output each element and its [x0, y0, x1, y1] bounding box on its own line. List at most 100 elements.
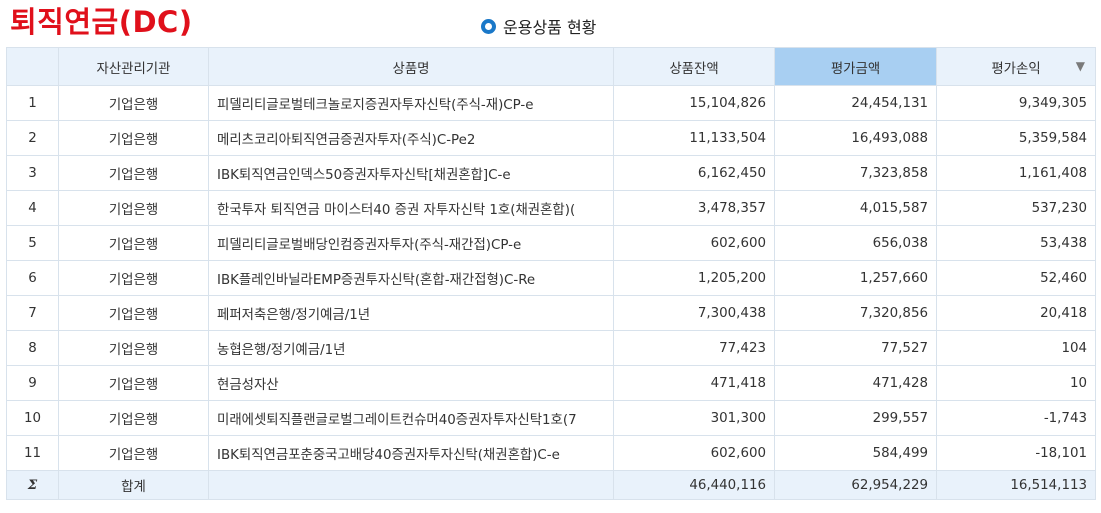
pnl-cell: 537,230 — [936, 190, 1096, 226]
column-header-balance[interactable]: 상품잔액 — [613, 47, 775, 86]
total-name-cell — [208, 470, 614, 500]
column-header-org[interactable]: 자산관리기관 — [58, 47, 209, 86]
pnl-cell: 104 — [936, 330, 1096, 366]
pnl-cell: -18,101 — [936, 435, 1096, 471]
balance-cell: 602,600 — [613, 435, 775, 471]
table-row[interactable]: 2 기업은행 메리츠코리아퇴직연금증권자투자(주식)C-Pe2 11,133,504 1… — [6, 120, 1096, 156]
product-name-cell: 농협은행/정기예금/1년 — [208, 330, 614, 366]
product-name-cell: IBK퇴직연금인덱스50증권자투자신탁[채권혼합]C-e — [208, 155, 614, 191]
balance-cell: 301,300 — [613, 400, 775, 436]
circle-bullet-icon — [481, 18, 496, 34]
org-cell: 기업은행 — [58, 260, 209, 296]
sort-descending-icon[interactable]: ▼ — [1076, 59, 1085, 73]
eval-amount-cell: 584,499 — [774, 435, 937, 471]
eval-amount-cell: 24,454,131 — [774, 85, 937, 121]
product-name-cell: 피델리티글로벌배당인컴증권자투자(주식-재간접)CP-e — [208, 225, 614, 261]
column-header-pnl-label: 평가손익 — [991, 61, 1041, 77]
balance-cell: 1,205,200 — [613, 260, 775, 296]
column-header-pnl[interactable]: 평가손익 ▼ — [936, 47, 1096, 86]
pnl-cell: 9,349,305 — [936, 85, 1096, 121]
org-cell: 기업은행 — [58, 435, 209, 471]
row-number-cell: 11 — [6, 435, 59, 471]
table-row[interactable]: 4 기업은행 한국투자 퇴직연금 마이스터40 증권 자투자신탁 1호(채권혼합)(… — [6, 190, 1096, 226]
column-header-eval[interactable]: 평가금액 — [774, 47, 937, 86]
pnl-cell: 53,438 — [936, 225, 1096, 261]
balance-cell: 11,133,504 — [613, 120, 775, 156]
product-name-cell: IBK퇴직연금포춘중국고배당40증권자투자신탁(채권혼합)C-e — [208, 435, 614, 471]
eval-amount-cell: 16,493,088 — [774, 120, 937, 156]
product-name-cell: IBK플레인바닐라EMP증권투자신탁(혼합-재간접형)C-Re — [208, 260, 614, 296]
balance-cell: 15,104,826 — [613, 85, 775, 121]
table-header-row: 자산관리기관 상품명 상품잔액 평가금액 평가손익 ▼ — [6, 47, 1096, 86]
row-number-cell: 1 — [6, 85, 59, 121]
table-row[interactable]: 5 기업은행 피델리티글로벌배당인컴증권자투자(주식-재간접)CP-e 602,600… — [6, 225, 1096, 261]
total-row: Σ 합계 46,440,116 62,954,229 16,514,113 — [6, 470, 1096, 500]
table-row[interactable]: 7 기업은행 페퍼저축은행/정기예금/1년 7,300,438 7,320,856 20,… — [6, 295, 1096, 331]
row-number-cell: 9 — [6, 365, 59, 401]
table-row[interactable]: 3 기업은행 IBK퇴직연금인덱스50증권자투자신탁[채권혼합]C-e 6,162,4… — [6, 155, 1096, 191]
table-row[interactable]: 9 기업은행 현금성자산 471,418 471,428 10 — [6, 365, 1096, 401]
section-heading: 운용상품 현황 — [481, 14, 596, 38]
row-number-cell: 2 — [6, 120, 59, 156]
balance-cell: 7,300,438 — [613, 295, 775, 331]
eval-amount-cell: 7,323,858 — [774, 155, 937, 191]
eval-amount-cell: 4,015,587 — [774, 190, 937, 226]
product-name-cell: 현금성자산 — [208, 365, 614, 401]
eval-amount-cell: 471,428 — [774, 365, 937, 401]
page-title: 퇴직연금(DC) — [10, 5, 193, 39]
org-cell: 기업은행 — [58, 295, 209, 331]
org-cell: 기업은행 — [58, 330, 209, 366]
org-cell: 기업은행 — [58, 155, 209, 191]
column-header-no[interactable] — [6, 47, 59, 86]
pnl-cell: 5,359,584 — [936, 120, 1096, 156]
table-row[interactable]: 10 기업은행 미래에셋퇴직플랜글로벌그레이트컨슈머40증권자투자신탁1호(7 301… — [6, 400, 1096, 436]
table-row[interactable]: 11 기업은행 IBK퇴직연금포춘중국고배당40증권자투자신탁(채권혼합)C-e 60… — [6, 435, 1096, 471]
org-cell: 기업은행 — [58, 120, 209, 156]
total-label: 합계 — [58, 470, 209, 500]
product-name-cell: 한국투자 퇴직연금 마이스터40 증권 자투자신탁 1호(채권혼합)( — [208, 190, 614, 226]
row-number-cell: 3 — [6, 155, 59, 191]
balance-cell: 471,418 — [613, 365, 775, 401]
org-cell: 기업은행 — [58, 225, 209, 261]
table-row[interactable]: 8 기업은행 농협은행/정기예금/1년 77,423 77,527 104 — [6, 330, 1096, 366]
balance-cell: 6,162,450 — [613, 155, 775, 191]
pnl-cell: 1,161,408 — [936, 155, 1096, 191]
eval-amount-cell: 299,557 — [774, 400, 937, 436]
pnl-cell: 20,418 — [936, 295, 1096, 331]
eval-amount-cell: 77,527 — [774, 330, 937, 366]
pnl-cell: 10 — [936, 365, 1096, 401]
row-number-cell: 8 — [6, 330, 59, 366]
row-number-cell: 5 — [6, 225, 59, 261]
org-cell: 기업은행 — [58, 400, 209, 436]
sigma-icon: Σ — [6, 470, 59, 500]
eval-amount-cell: 1,257,660 — [774, 260, 937, 296]
table-row[interactable]: 6 기업은행 IBK플레인바닐라EMP증권투자신탁(혼합-재간접형)C-Re 1,20… — [6, 260, 1096, 296]
section-title-label: 운용상품 현황 — [503, 18, 597, 37]
row-number-cell: 7 — [6, 295, 59, 331]
table-row[interactable]: 1 기업은행 피델리티글로벌테크놀로지증권자투자신탁(주식-재)CP-e 15,104… — [6, 85, 1096, 121]
row-number-cell: 4 — [6, 190, 59, 226]
product-name-cell: 미래에셋퇴직플랜글로벌그레이트컨슈머40증권자투자신탁1호(7 — [208, 400, 614, 436]
pnl-cell: -1,743 — [936, 400, 1096, 436]
total-balance: 46,440,116 — [613, 470, 775, 500]
product-table: 자산관리기관 상품명 상품잔액 평가금액 평가손익 ▼ 1 기업은행 피델리티글로벌… — [6, 47, 1096, 500]
table-body: 1 기업은행 피델리티글로벌테크놀로지증권자투자신탁(주식-재)CP-e 15,104… — [6, 85, 1096, 471]
balance-cell: 77,423 — [613, 330, 775, 366]
eval-amount-cell: 7,320,856 — [774, 295, 937, 331]
org-cell: 기업은행 — [58, 365, 209, 401]
total-eval: 62,954,229 — [774, 470, 937, 500]
org-cell: 기업은행 — [58, 85, 209, 121]
org-cell: 기업은행 — [58, 190, 209, 226]
product-name-cell: 피델리티글로벌테크놀로지증권자투자신탁(주식-재)CP-e — [208, 85, 614, 121]
product-name-cell: 페퍼저축은행/정기예금/1년 — [208, 295, 614, 331]
row-number-cell: 10 — [6, 400, 59, 436]
balance-cell: 3,478,357 — [613, 190, 775, 226]
column-header-product-name[interactable]: 상품명 — [208, 47, 614, 86]
balance-cell: 602,600 — [613, 225, 775, 261]
row-number-cell: 6 — [6, 260, 59, 296]
product-name-cell: 메리츠코리아퇴직연금증권자투자(주식)C-Pe2 — [208, 120, 614, 156]
page: 퇴직연금(DC) 운용상품 현황 자산관리기관 상품명 상품잔액 평가금액 평가… — [0, 0, 1101, 513]
total-pnl: 16,514,113 — [936, 470, 1096, 500]
eval-amount-cell: 656,038 — [774, 225, 937, 261]
pnl-cell: 52,460 — [936, 260, 1096, 296]
